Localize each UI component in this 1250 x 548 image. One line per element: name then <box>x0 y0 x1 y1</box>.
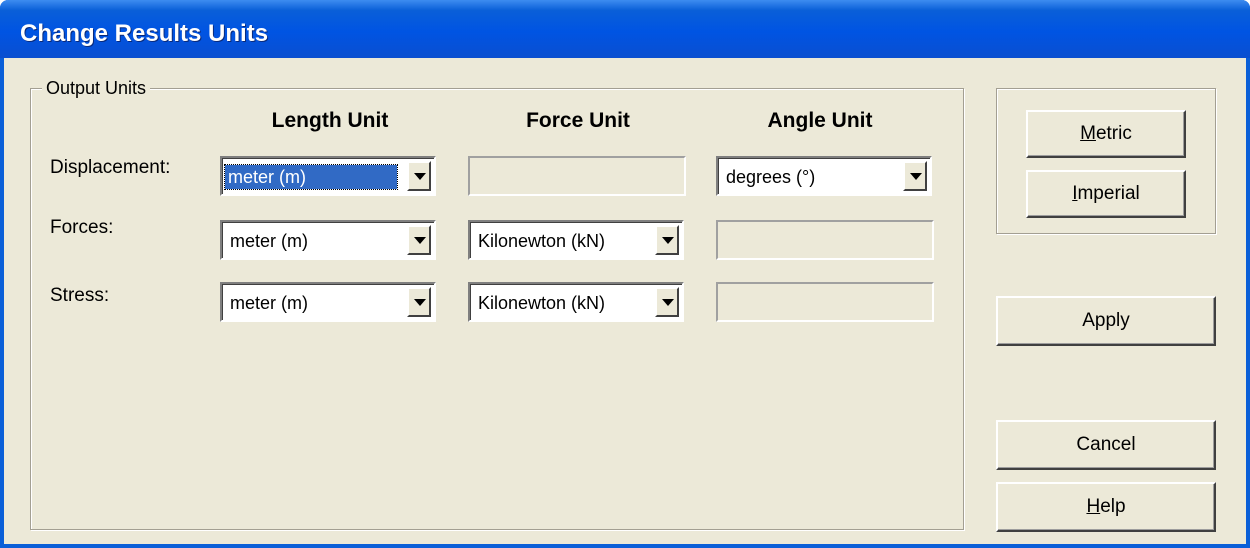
help-label: Help <box>1086 496 1126 517</box>
cancel-label: Cancel <box>1076 434 1136 455</box>
metric-label: Metric <box>1080 123 1132 144</box>
chevron-down-icon <box>662 237 674 244</box>
stress-force-select[interactable]: Kilonewton (kN) <box>468 282 684 322</box>
imperial-label: Imperial <box>1072 183 1140 204</box>
forces-angle-field <box>716 220 934 260</box>
displacement-label: Displacement: <box>50 157 171 178</box>
stress-length-value: meter (m) <box>230 293 308 313</box>
forces-length-dropdown-button[interactable] <box>407 225 431 255</box>
stress-length-dropdown-button[interactable] <box>407 287 431 317</box>
imperial-button[interactable]: Imperial <box>1026 170 1186 218</box>
displacement-length-select[interactable]: meter (m) <box>220 156 436 196</box>
dialog-title: Change Results Units <box>20 20 269 47</box>
forces-force-dropdown-button[interactable] <box>655 225 679 255</box>
stress-label: Stress: <box>50 285 110 306</box>
forces-length-select[interactable]: meter (m) <box>220 220 436 260</box>
chevron-down-icon <box>414 173 426 180</box>
output-units-legend: Output Units <box>42 77 151 99</box>
chevron-down-icon <box>910 173 922 180</box>
forces-force-select[interactable]: Kilonewton (kN) <box>468 220 684 260</box>
help-button[interactable]: Help <box>996 482 1216 532</box>
stress-angle-field <box>716 282 934 322</box>
chevron-down-icon <box>414 299 426 306</box>
displacement-angle-value: degrees (°) <box>726 167 816 187</box>
displacement-force-field <box>468 156 686 196</box>
displacement-angle-dropdown-button[interactable] <box>903 161 927 191</box>
title-bar[interactable]: Change Results Units <box>0 0 1250 58</box>
apply-label: Apply <box>1082 310 1130 331</box>
apply-button[interactable]: Apply <box>996 296 1216 346</box>
metric-button[interactable]: Metric <box>1026 110 1186 158</box>
angle-unit-header: Angle Unit <box>767 109 873 132</box>
stress-force-value: Kilonewton (kN) <box>478 293 606 313</box>
forces-length-value: meter (m) <box>230 231 308 251</box>
displacement-angle-select[interactable]: degrees (°) <box>716 156 932 196</box>
chevron-down-icon <box>414 237 426 244</box>
forces-label: Forces: <box>50 217 114 238</box>
forces-force-value: Kilonewton (kN) <box>478 231 606 251</box>
displacement-length-dropdown-button[interactable] <box>407 161 431 191</box>
chevron-down-icon <box>662 299 674 306</box>
force-unit-header: Force Unit <box>526 109 630 132</box>
displacement-length-value: meter (m) <box>224 164 398 190</box>
length-unit-header: Length Unit <box>271 109 389 132</box>
change-results-units-dialog: Change Results Units Output Units Length… <box>0 0 1250 548</box>
stress-length-select[interactable]: meter (m) <box>220 282 436 322</box>
stress-force-dropdown-button[interactable] <box>655 287 679 317</box>
cancel-button[interactable]: Cancel <box>996 420 1216 470</box>
